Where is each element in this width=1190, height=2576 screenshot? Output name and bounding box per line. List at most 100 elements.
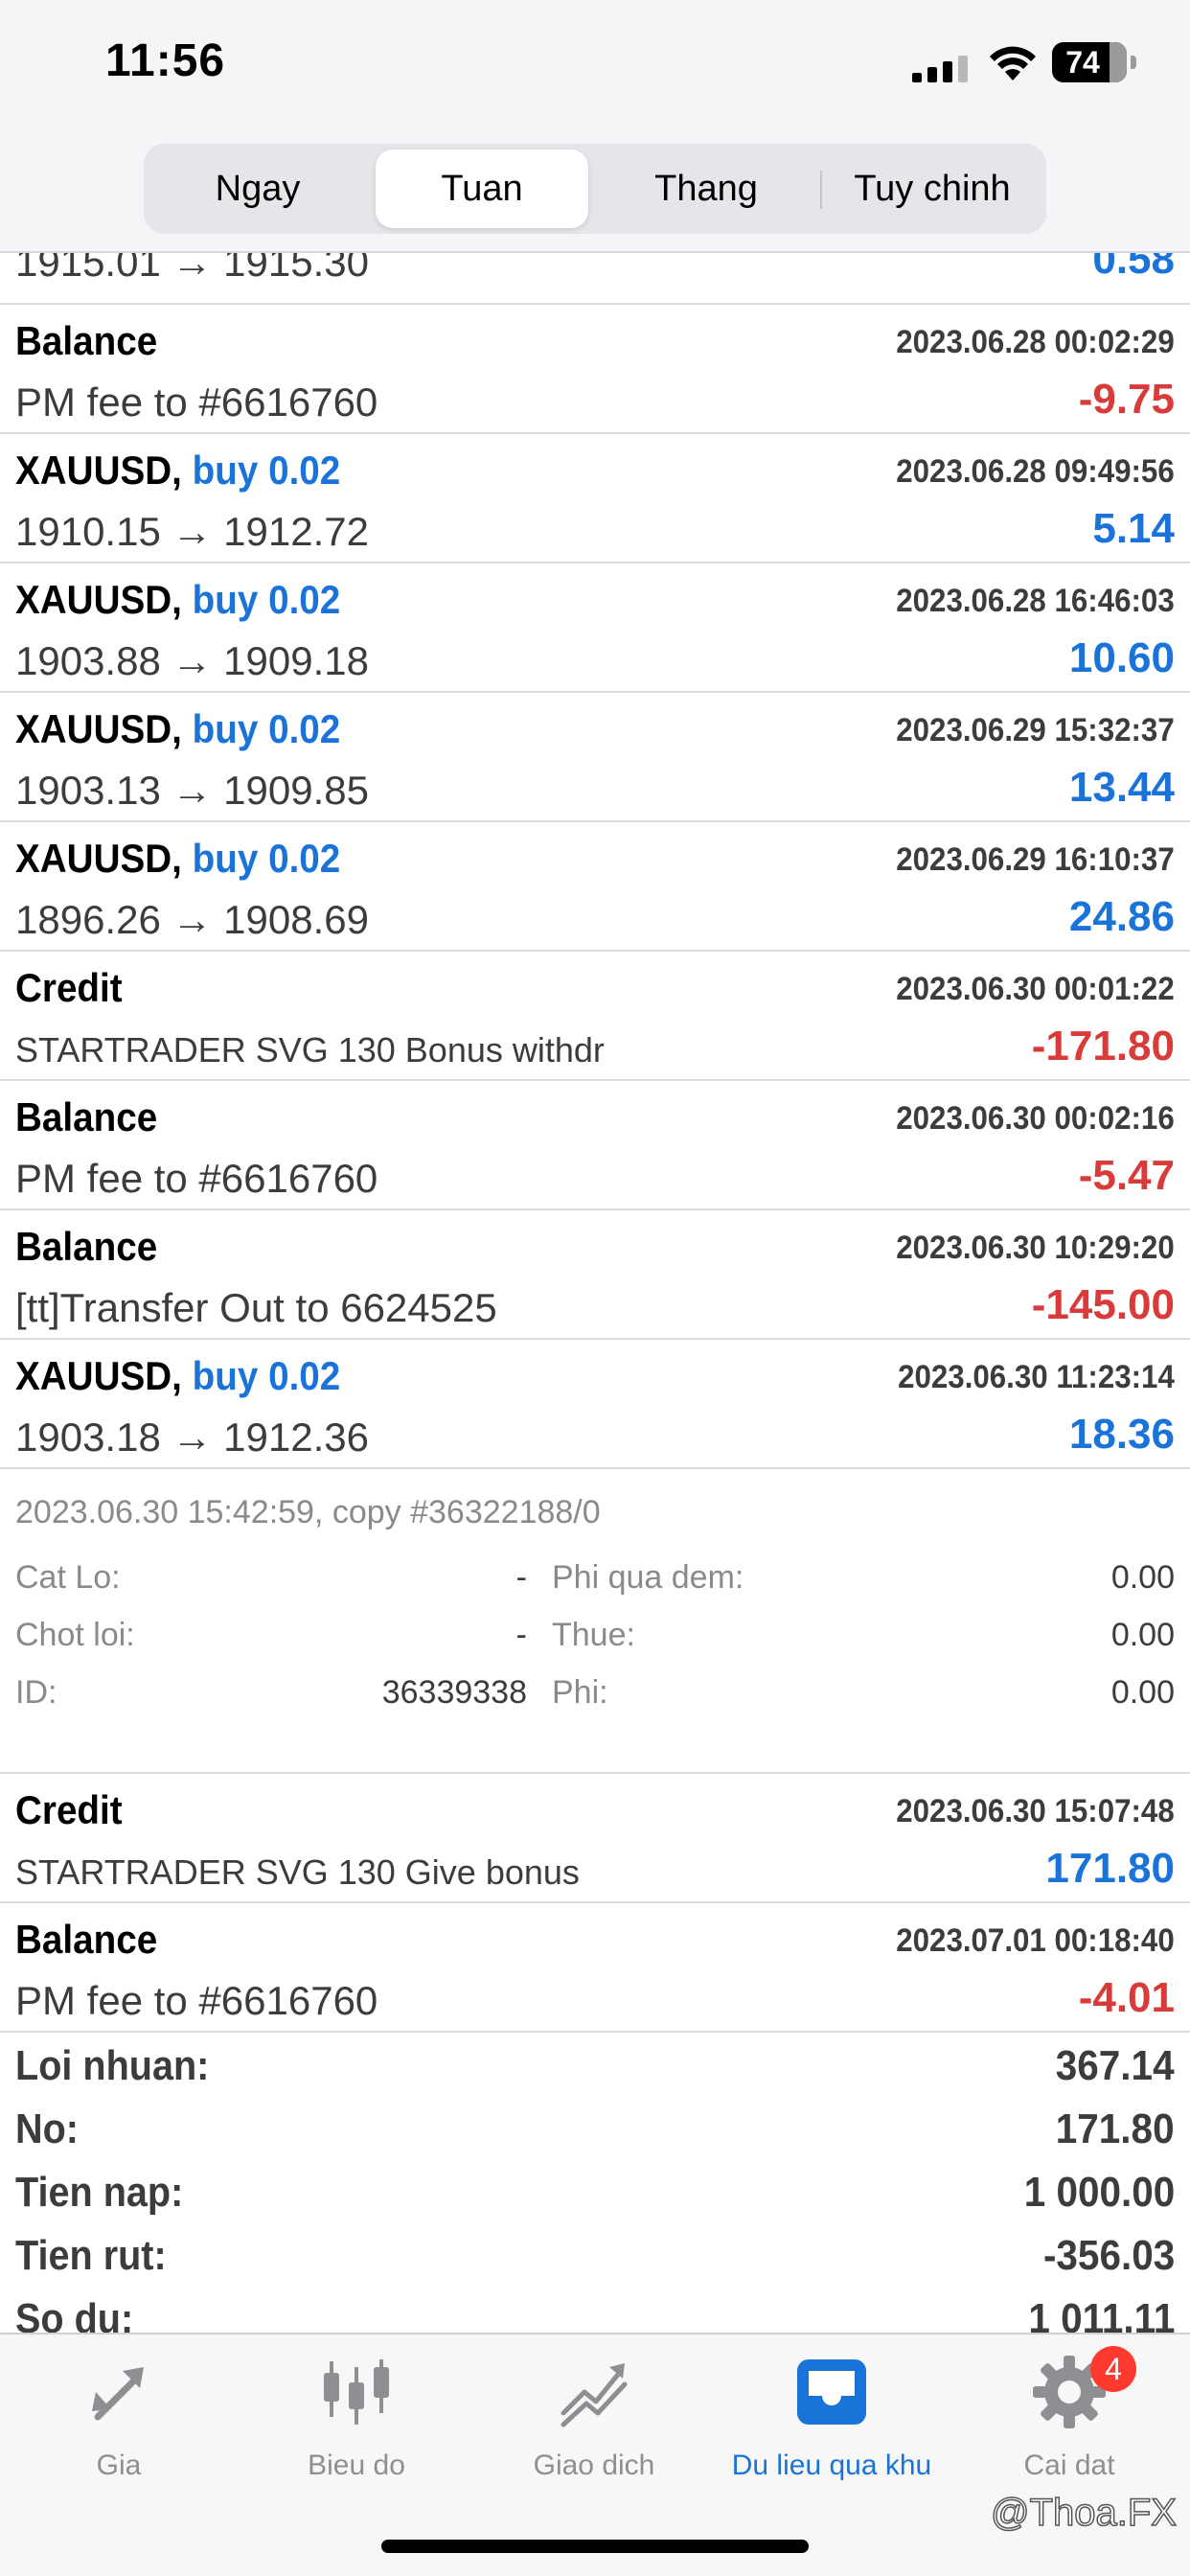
- item-amount: 24.86: [1068, 893, 1175, 940]
- trade-side-label: buy 0.02: [192, 1353, 341, 1398]
- status-time: 11:56: [105, 35, 226, 86]
- summary-row: Loi nhuan: 367.14: [0, 2033, 1190, 2096]
- battery-level: 74: [1065, 45, 1100, 80]
- summary-label: Tien rut:: [15, 2232, 167, 2279]
- history-list[interactable]: 1915.01 → 1915.30 0.58 Balance 2023.06.28…: [0, 253, 1190, 2333]
- symbol-label: XAUUSD,: [15, 1353, 182, 1398]
- status-bar: 11:56 74: [0, 0, 1190, 134]
- summary-row: Tien rut: -356.03: [0, 2222, 1190, 2286]
- tab-settings-label: Cai dat: [1023, 2450, 1115, 2481]
- item-amount: -145.00: [1031, 1281, 1175, 1328]
- watermark: @Thoa.FX: [990, 2491, 1178, 2535]
- item-date: 2023.06.29 15:32:37: [896, 712, 1175, 748]
- item-date: 2023.06.30 11:23:14: [898, 1359, 1175, 1395]
- item-description: 1903.18 → 1912.36: [15, 1414, 369, 1460]
- list-item[interactable]: Balance 2023.06.28 00:02:29 PM fee to #661…: [0, 305, 1190, 434]
- summary-label: Loi nhuan:: [15, 2042, 210, 2089]
- quotes-arrows-icon: [92, 2367, 144, 2421]
- tab-week[interactable]: Tuan: [376, 150, 588, 228]
- swap-value: 0.00: [1110, 1559, 1175, 1596]
- deal-details: 2023.06.30 15:42:59, copy #36322188/0 Ca…: [0, 1469, 1190, 1774]
- item-amount: 13.44: [1068, 764, 1175, 811]
- list-item[interactable]: Balance 2023.06.30 10:29:20 [tt]Transfer O…: [0, 1210, 1190, 1340]
- wifi-icon: [990, 46, 1036, 80]
- item-description: 1910.15 → 1912.72: [15, 509, 369, 554]
- list-item[interactable]: Balance 2023.06.30 00:02:16 PM fee to #661…: [0, 1081, 1190, 1210]
- item-title: Balance: [15, 1224, 158, 1269]
- summary-value: 171.80: [1056, 2105, 1175, 2152]
- item-title: Balance: [15, 318, 158, 363]
- fee-label: Phi:: [552, 1674, 608, 1711]
- list-item[interactable]: 1915.01 → 1915.30 0.58: [0, 253, 1190, 305]
- tab-trade[interactable]: Giao dich: [475, 2354, 713, 2497]
- account-summary: Loi nhuan: 367.14 No: 171.80 Tien nap: 1 000.…: [0, 2033, 1190, 2333]
- id-value: 36339338: [381, 1674, 527, 1711]
- item-date: 2023.06.30 10:29:20: [896, 1230, 1175, 1266]
- summary-value: 1 000.00: [1023, 2169, 1175, 2216]
- trade-trend-icon: [561, 2363, 628, 2427]
- item-amount: 171.80: [1045, 1845, 1175, 1892]
- item-date: 2023.06.28 16:46:03: [896, 583, 1175, 619]
- item-title: XAUUSD, buy 0.02: [15, 1353, 340, 1399]
- summary-label: Tien nap:: [15, 2169, 184, 2216]
- list-item[interactable]: XAUUSD, buy 0.02 2023.06.28 16:46:03 1903.…: [0, 564, 1190, 693]
- list-item[interactable]: XAUUSD, buy 0.02 2023.06.30 11:23:14 1903.…: [0, 1340, 1190, 1469]
- item-title: XAUUSD, buy 0.02: [15, 836, 340, 882]
- item-amount: -171.80: [1031, 1023, 1175, 1070]
- tab-settings[interactable]: 4 Cai dat: [950, 2346, 1188, 2497]
- item-date: 2023.06.30 15:07:48: [896, 1793, 1175, 1829]
- item-date: 2023.06.30 00:01:22: [896, 971, 1175, 1007]
- tab-history[interactable]: Du lieu qua khu: [713, 2354, 950, 2497]
- item-description: STARTRADER SVG 130 Give bonus: [15, 1852, 580, 1892]
- item-amount: 10.60: [1068, 634, 1175, 681]
- summary-value: -356.03: [1042, 2232, 1175, 2279]
- tab-chart-label: Bieu do: [308, 2450, 405, 2481]
- tab-history-label: Du lieu qua khu: [731, 2450, 932, 2481]
- item-title: Credit: [15, 965, 123, 1010]
- fee-value: 0.00: [1110, 1674, 1175, 1711]
- tab-quotes-label: Gia: [96, 2450, 142, 2481]
- item-amount: -5.47: [1078, 1152, 1175, 1199]
- symbol-label: XAUUSD,: [15, 836, 182, 881]
- history-tray-icon: [797, 2359, 866, 2425]
- item-date: 2023.06.29 16:10:37: [896, 841, 1175, 878]
- tab-quotes[interactable]: Gia: [0, 2354, 238, 2497]
- trade-side-label: buy 0.02: [192, 836, 341, 881]
- tab-day[interactable]: Ngay: [151, 150, 364, 228]
- list-item[interactable]: Credit 2023.06.30 00:01:22 STARTRADER SVG …: [0, 952, 1190, 1081]
- tab-custom[interactable]: Tuy chinh: [826, 150, 1039, 228]
- item-title: XAUUSD, buy 0.02: [15, 706, 340, 752]
- list-item[interactable]: XAUUSD, buy 0.02 2023.06.28 09:49:56 1910.…: [0, 434, 1190, 564]
- item-description: STARTRADER SVG 130 Bonus withdr: [15, 1030, 605, 1070]
- item-amount: 18.36: [1068, 1411, 1175, 1458]
- stop-loss-label: Cat Lo:: [15, 1559, 121, 1596]
- profit-amount: 0.58: [1092, 253, 1175, 283]
- item-date: 2023.06.28 09:49:56: [896, 453, 1175, 490]
- item-description: PM fee to #6616760: [15, 1156, 378, 1201]
- tab-chart[interactable]: Bieu do: [238, 2354, 475, 2497]
- summary-label: No:: [15, 2105, 79, 2152]
- tab-trade-label: Giao dich: [533, 2450, 655, 2481]
- battery-icon: 74: [1052, 42, 1136, 82]
- take-profit-value: -: [515, 1617, 527, 1653]
- summary-row: No: 171.80: [0, 2096, 1190, 2159]
- cellular-signal-icon: [912, 56, 968, 82]
- bottom-tab-bar: Gia Bieu do Giao dich Du lieu qua khu 4 …: [0, 2333, 1190, 2576]
- price-range: 1915.01 → 1915.30: [15, 253, 369, 285]
- summary-row: So du: 1 011.11: [0, 2286, 1190, 2333]
- home-indicator[interactable]: [381, 2540, 809, 2553]
- item-title: Balance: [15, 1094, 158, 1139]
- list-item[interactable]: Credit 2023.06.30 15:07:48 STARTRADER SVG …: [0, 1774, 1190, 1903]
- item-description: 1903.88 → 1909.18: [15, 638, 369, 683]
- tab-month[interactable]: Thang: [600, 150, 812, 228]
- list-item[interactable]: XAUUSD, buy 0.02 2023.06.29 15:32:37 1903.…: [0, 693, 1190, 822]
- item-description: 1896.26 → 1908.69: [15, 897, 369, 942]
- list-item[interactable]: Balance 2023.07.01 00:18:40 PM fee to #661…: [0, 1903, 1190, 2033]
- summary-row: Tien nap: 1 000.00: [0, 2159, 1190, 2222]
- item-title: XAUUSD, buy 0.02: [15, 577, 340, 623]
- tax-label: Thue:: [552, 1617, 635, 1653]
- trade-side-label: buy 0.02: [192, 706, 341, 751]
- list-item[interactable]: XAUUSD, buy 0.02 2023.06.29 16:10:37 1896.…: [0, 822, 1190, 952]
- item-description: PM fee to #6616760: [15, 1978, 378, 2023]
- take-profit-label: Chot loi:: [15, 1617, 135, 1653]
